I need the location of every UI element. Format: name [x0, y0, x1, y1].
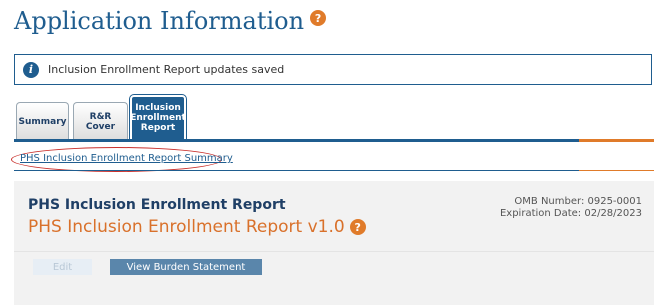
tab-inclusion-enrollment-report[interactable]: Inclusion Enrollment Report: [130, 95, 186, 141]
panel-divider: [14, 251, 654, 252]
page-title: Application Information?: [14, 7, 327, 35]
section-divider: [14, 170, 654, 171]
tab-summary[interactable]: Summary: [16, 102, 69, 141]
help-icon[interactable]: ?: [349, 219, 366, 235]
panel-title: PHS Inclusion Enrollment Report: [28, 197, 286, 213]
tab-bar: Summary R&R Cover Inclusion Enrollment R…: [14, 95, 654, 141]
omb-number: OMB Number: 0925-0001: [514, 196, 642, 207]
view-burden-statement-button[interactable]: View Burden Statement: [110, 259, 262, 275]
section-divider-accent: [579, 170, 654, 171]
help-icon[interactable]: ?: [310, 10, 327, 26]
expiration-date: Expiration Date: 02/28/2023: [499, 208, 642, 219]
tab-rr-cover[interactable]: R&R Cover: [73, 102, 128, 141]
tab-underline-accent: [579, 139, 654, 142]
omb-info: OMB Number: 0925-0001 Expiration Date: 0…: [500, 196, 642, 220]
page-title-text: Application Information: [14, 7, 305, 35]
info-icon: i: [23, 61, 39, 78]
alert-message: Inclusion Enrollment Report updates save…: [48, 63, 285, 76]
tab-underline: [14, 139, 654, 142]
edit-button[interactable]: Edit: [33, 259, 92, 275]
panel-subtitle-text: PHS Inclusion Enrollment Report v1.0: [28, 217, 345, 237]
summary-link[interactable]: PHS Inclusion Enrollment Report Summary: [20, 153, 233, 164]
panel-subtitle: PHS Inclusion Enrollment Report v1.0?: [28, 217, 366, 237]
success-alert: i Inclusion Enrollment Report updates sa…: [14, 54, 652, 85]
